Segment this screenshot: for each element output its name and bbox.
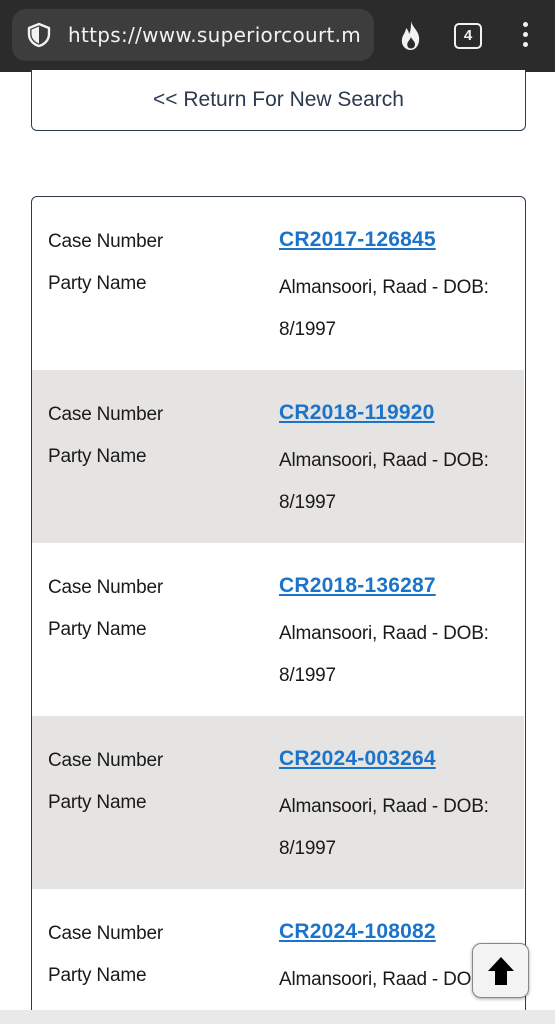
kebab-menu-icon[interactable] bbox=[518, 22, 532, 50]
case-row: Case Number CR2018-119920 Party Name Alm… bbox=[32, 370, 524, 543]
party-name-label: Party Name bbox=[48, 273, 147, 294]
case-number-link[interactable]: CR2024-003264 bbox=[279, 747, 436, 771]
case-row: Case Number CR2024-108082 Party Name Alm… bbox=[32, 889, 524, 1024]
shield-icon[interactable] bbox=[26, 22, 52, 48]
scroll-to-top-button[interactable] bbox=[472, 943, 529, 998]
case-number-link[interactable]: CR2017-126845 bbox=[279, 228, 436, 252]
case-number-label: Case Number bbox=[48, 923, 164, 944]
party-name-label: Party Name bbox=[48, 446, 147, 467]
party-name-value: Almansoori, Raad - DOB: 8/1997 bbox=[279, 277, 489, 340]
case-number-link[interactable]: CR2024-108082 bbox=[279, 920, 436, 944]
tab-switcher-button[interactable]: 4 bbox=[454, 23, 482, 49]
flame-icon[interactable] bbox=[396, 20, 426, 52]
browser-toolbar: https://www.superiorcourt.m 4 bbox=[0, 0, 555, 72]
case-number-link[interactable]: CR2018-119920 bbox=[279, 401, 435, 425]
case-row: Case Number CR2024-003264 Party Name Alm… bbox=[32, 716, 524, 889]
case-row: Case Number CR2017-126845 Party Name Alm… bbox=[32, 197, 524, 370]
address-bar[interactable]: https://www.superiorcourt.m bbox=[12, 9, 374, 61]
party-name-value: Almansoori, Raad - DOB: 8/1997 bbox=[279, 623, 489, 686]
case-results-list: Case Number CR2017-126845 Party Name Alm… bbox=[31, 196, 526, 1024]
party-name-value: Almansoori, Raad - DOB: 8/1997 bbox=[279, 450, 489, 513]
party-name-label: Party Name bbox=[48, 965, 147, 986]
case-number-link[interactable]: CR2018-136287 bbox=[279, 574, 436, 598]
case-number-label: Case Number bbox=[48, 577, 164, 598]
party-name-value: Almansoori, Raad - DOB: 8/1997 bbox=[279, 796, 489, 859]
case-number-label: Case Number bbox=[48, 231, 164, 252]
url-text[interactable]: https://www.superiorcourt.m bbox=[68, 21, 368, 49]
party-name-label: Party Name bbox=[48, 792, 147, 813]
bottom-edge-bar bbox=[0, 1010, 555, 1024]
arrow-up-icon bbox=[488, 957, 514, 985]
case-number-label: Case Number bbox=[48, 404, 164, 425]
case-row: Case Number CR2018-136287 Party Name Alm… bbox=[32, 543, 524, 716]
return-for-new-search-button[interactable]: << Return For New Search bbox=[31, 70, 526, 131]
party-name-label: Party Name bbox=[48, 619, 147, 640]
case-number-label: Case Number bbox=[48, 750, 164, 771]
